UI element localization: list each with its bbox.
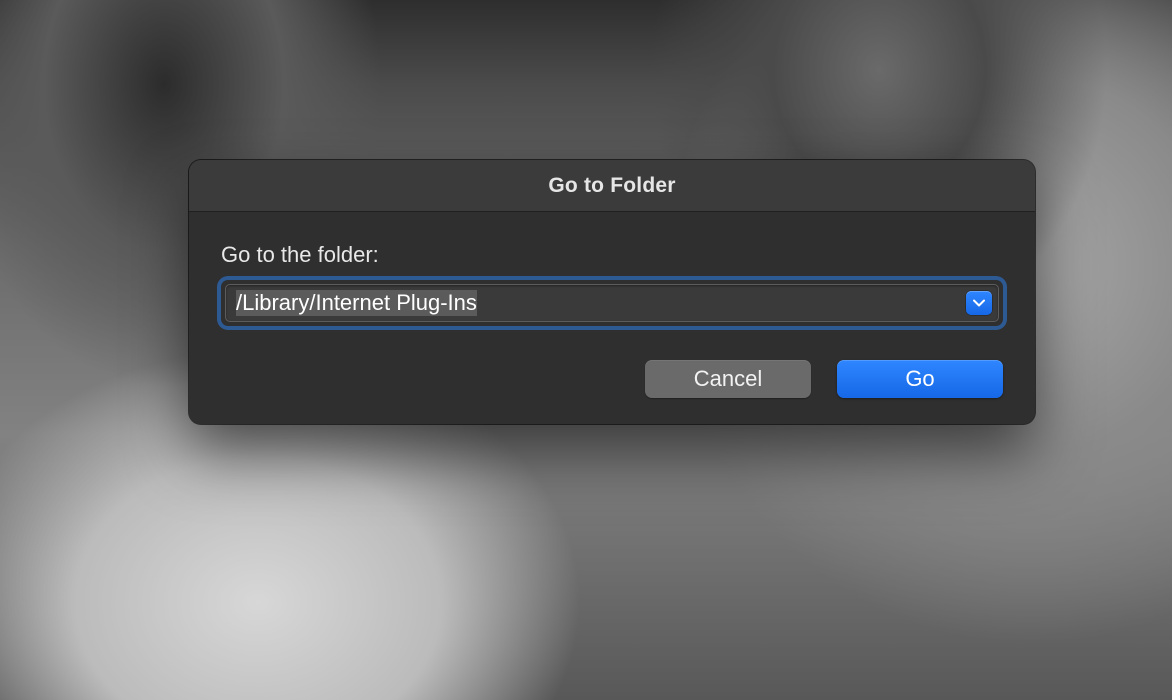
path-field-label: Go to the folder: xyxy=(221,242,1003,268)
go-button[interactable]: Go xyxy=(837,360,1003,398)
cancel-button[interactable]: Cancel xyxy=(645,360,811,398)
go-to-folder-dialog: Go to Folder Go to the folder: Cancel Go xyxy=(189,160,1035,424)
path-combobox[interactable] xyxy=(221,280,1003,326)
path-dropdown-button[interactable] xyxy=(966,291,992,315)
dialog-body: Go to the folder: Cancel Go xyxy=(189,212,1035,424)
path-input[interactable] xyxy=(236,290,954,316)
path-combobox-inner xyxy=(225,284,999,322)
dialog-title: Go to Folder xyxy=(548,174,675,198)
dialog-button-row: Cancel Go xyxy=(221,360,1003,398)
chevron-down-icon xyxy=(973,299,985,307)
dialog-titlebar: Go to Folder xyxy=(189,160,1035,212)
